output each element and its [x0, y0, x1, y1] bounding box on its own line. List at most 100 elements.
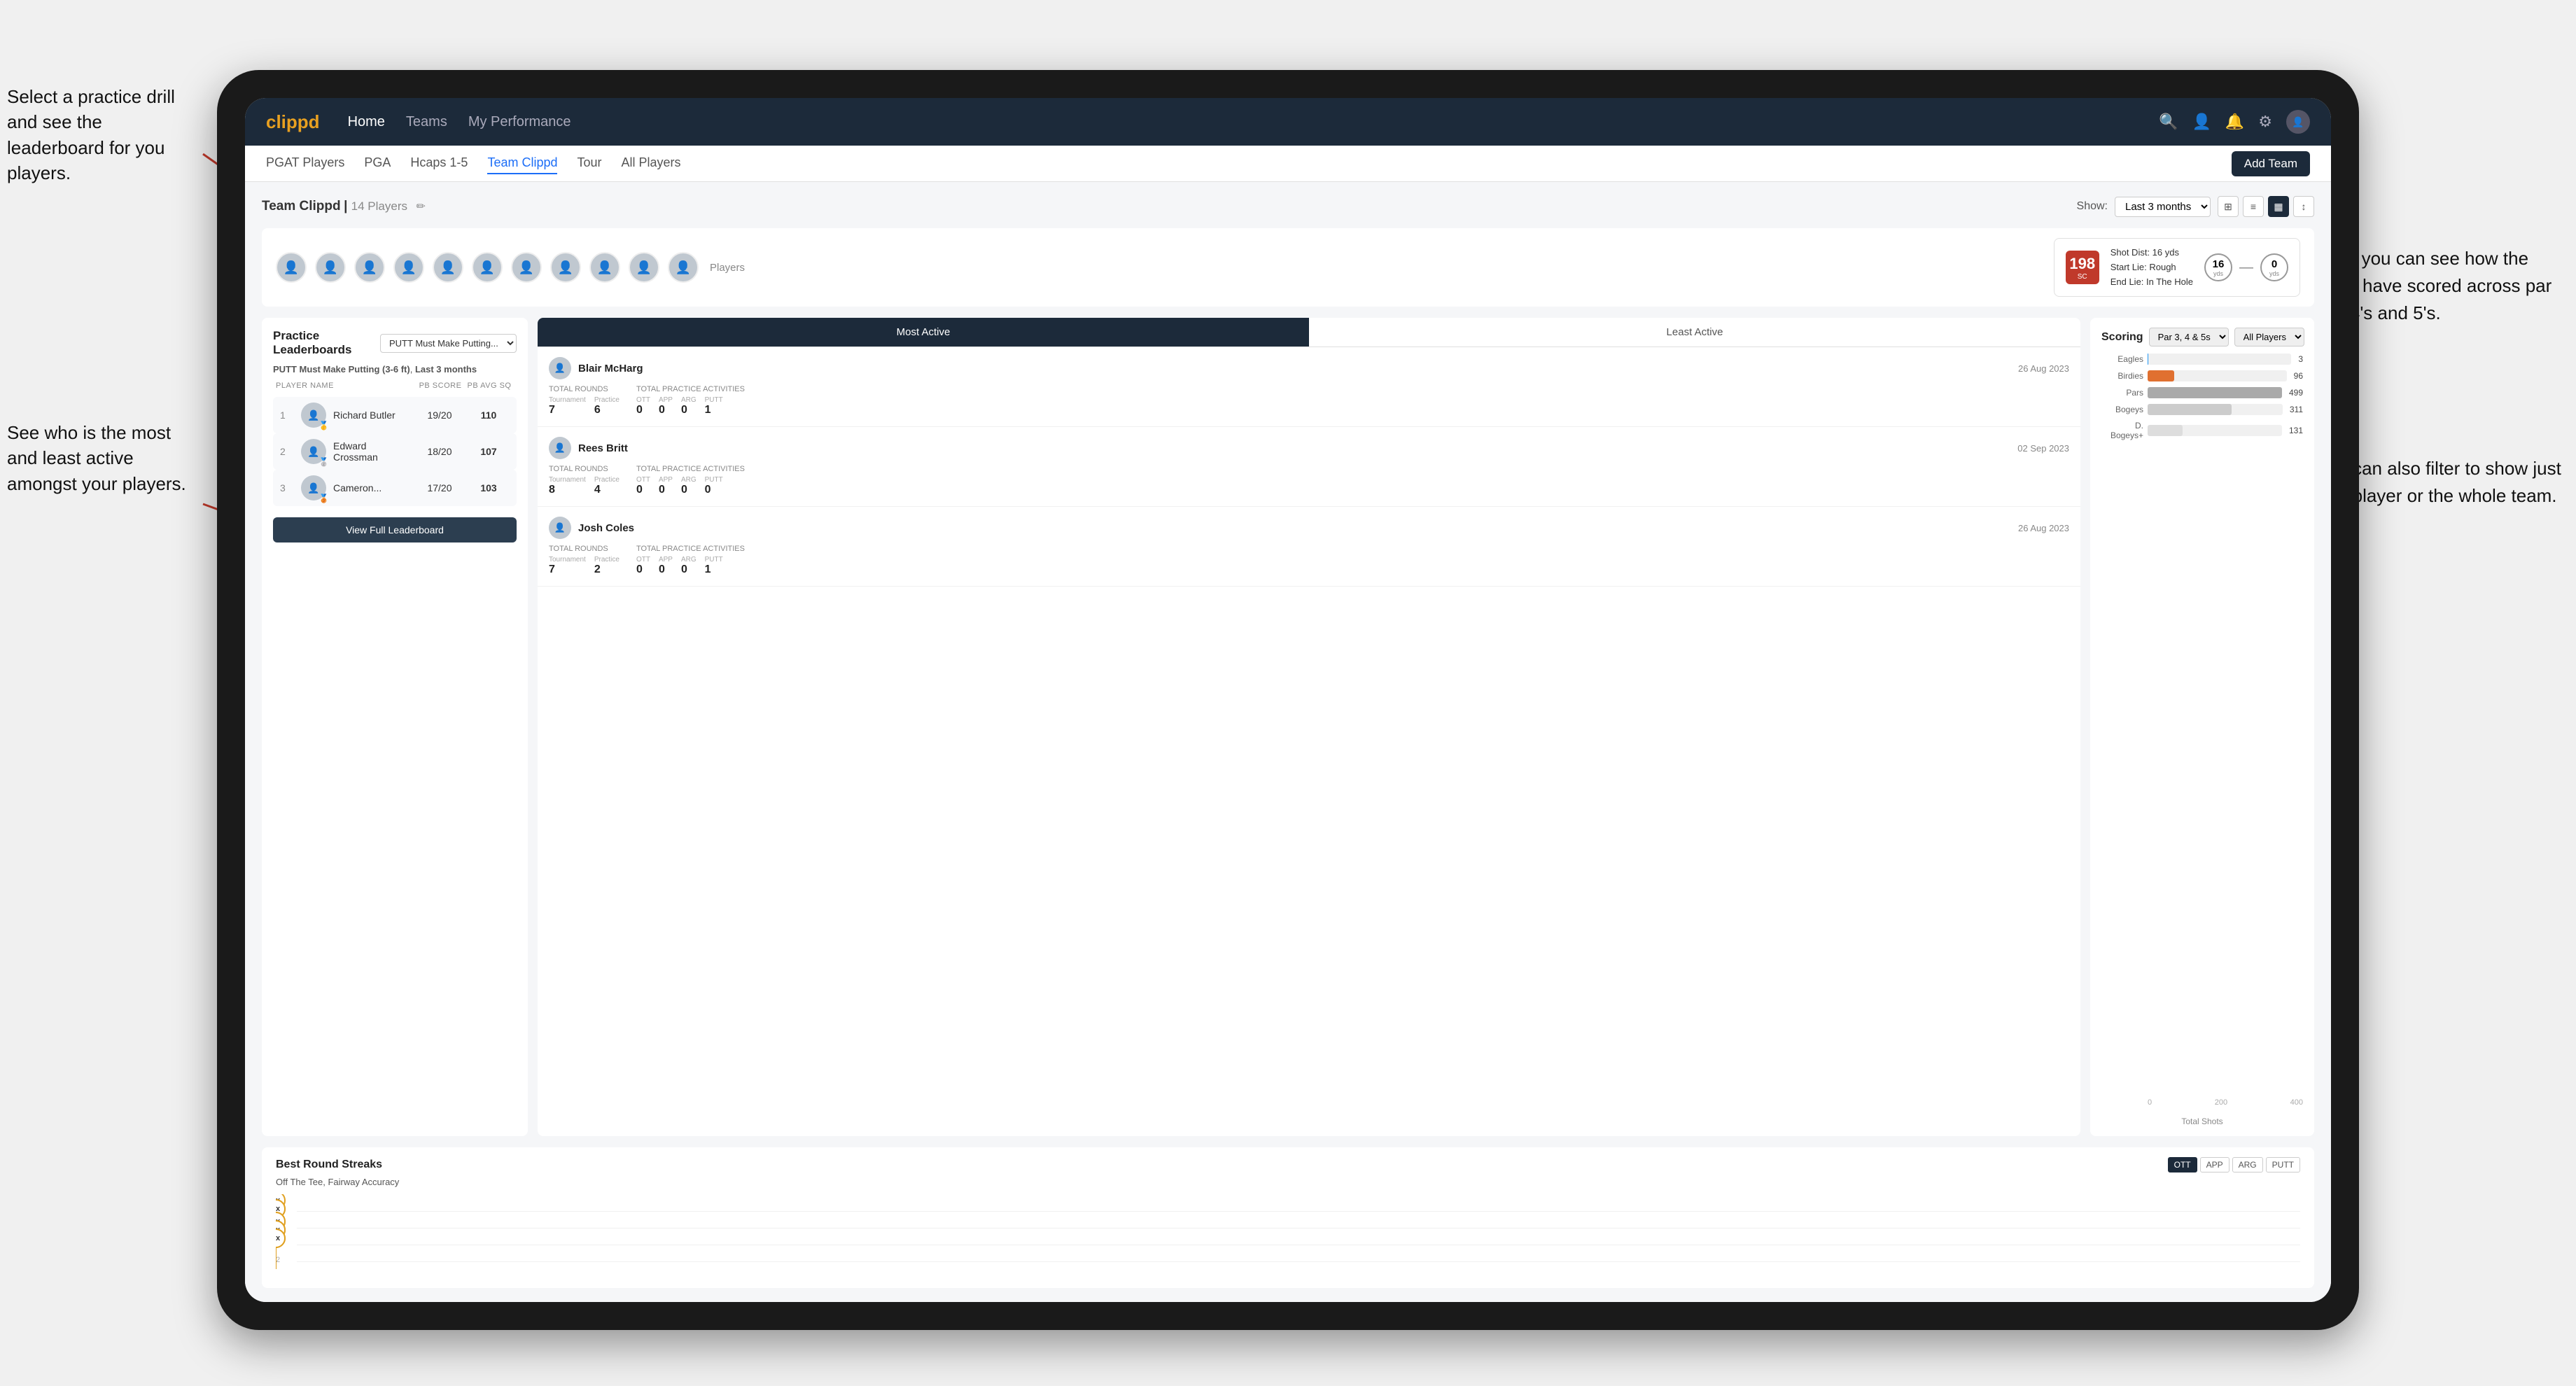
player-avatar-9[interactable]: 👤 — [589, 252, 620, 283]
player-avatar-8[interactable]: 👤 — [550, 252, 581, 283]
logo: clippd — [266, 111, 320, 133]
bar-value: 96 — [2294, 371, 2303, 381]
view-leaderboard-button[interactable]: View Full Leaderboard — [273, 517, 517, 542]
player-avatar-11[interactable]: 👤 — [668, 252, 699, 283]
nav-links: Home Teams My Performance — [348, 111, 2159, 133]
grid-view-btn[interactable]: ⊞ — [2218, 196, 2239, 217]
player-activity-card[interactable]: 👤 Josh Coles 26 Aug 2023 Total Rounds To… — [538, 507, 2080, 587]
player-avatar-3[interactable]: 👤 — [354, 252, 385, 283]
player-activity-card[interactable]: 👤 Rees Britt 02 Sep 2023 Total Rounds To… — [538, 427, 2080, 507]
pac-avatar: 👤 — [549, 437, 571, 459]
pac-stats: Total Rounds Tournament 7 Practice 6 Tot… — [549, 385, 2069, 416]
streak-filter-btn[interactable]: APP — [2200, 1157, 2230, 1172]
par-filter-select[interactable]: Par 3, 4 & 5s Par 3s Par 4s Par 5s — [2149, 328, 2229, 346]
main-content: Team Clippd | 14 Players ✏ Show: Last 3 … — [245, 182, 2331, 1302]
shot-circle-2: 0 yds — [2260, 253, 2288, 281]
streak-buttons: OTTAPPARGPUTT — [2168, 1157, 2300, 1172]
player-avatar-6[interactable]: 👤 — [472, 252, 503, 283]
leaderboard-row[interactable]: 3 👤 🥉 Cameron... 17/20 103 — [273, 470, 517, 506]
edit-icon[interactable]: ✏ — [416, 201, 425, 213]
bar-label: Eagles — [2101, 354, 2143, 364]
top-nav: clippd Home Teams My Performance 🔍 👤 🔔 ⚙… — [245, 98, 2331, 146]
sec-nav-team[interactable]: Team Clippd — [487, 153, 557, 174]
nav-icons: 🔍 👤 🔔 ⚙ 👤 — [2159, 110, 2310, 134]
streak-dot: 3x — [276, 1228, 286, 1269]
streaks-subtitle: Off The Tee, Fairway Accuracy — [276, 1177, 2300, 1187]
most-active-tab[interactable]: Most Active — [538, 318, 1309, 346]
sec-nav-links: PGAT Players PGA Hcaps 1-5 Team Clippd T… — [266, 153, 2232, 174]
shot-dash: — — [2239, 260, 2253, 276]
team-header-row: Team Clippd | 14 Players ✏ Show: Last 3 … — [262, 196, 2314, 217]
leaderboard-row[interactable]: 1 👤 🥇 Richard Butler 19/20 110 — [273, 397, 517, 433]
leaderboard-row[interactable]: 2 👤 🥈 Edward Crossman 18/20 107 — [273, 433, 517, 470]
streak-filter-btn[interactable]: PUTT — [2266, 1157, 2300, 1172]
bar-track — [2148, 370, 2287, 382]
streak-grid-line — [297, 1261, 2300, 1262]
settings-icon[interactable]: ⚙ — [2258, 113, 2272, 131]
bar-fill — [2148, 370, 2174, 382]
bell-icon[interactable]: 🔔 — [2225, 113, 2244, 131]
player-avatar-7[interactable]: 👤 — [511, 252, 542, 283]
player-avatar-10[interactable]: 👤 — [629, 252, 659, 283]
least-active-tab[interactable]: Least Active — [1309, 318, 2080, 346]
leaderboard-header: Practice Leaderboards PUTT Must Make Put… — [273, 329, 517, 357]
players-label: Players — [710, 262, 745, 274]
view-icons: ⊞ ≡ ▦ ↕ — [2218, 196, 2314, 217]
pac-stats: Total Rounds Tournament 8 Practice 4 Tot… — [549, 465, 2069, 496]
player-avatar-2[interactable]: 👤 — [315, 252, 346, 283]
pac-name: Blair McHarg — [578, 363, 2011, 374]
sec-nav-pgat[interactable]: PGAT Players — [266, 153, 344, 174]
sec-nav-all-players[interactable]: All Players — [622, 153, 681, 174]
shot-circle-1: 16 yds — [2204, 253, 2232, 281]
scoring-header: Scoring Par 3, 4 & 5s Par 3s Par 4s Par … — [2101, 328, 2303, 346]
drill-select[interactable]: PUTT Must Make Putting... — [380, 334, 517, 353]
shot-badge: 198 SC — [2066, 251, 2099, 284]
shot-info: Shot Dist: 16 yds Start Lie: Rough End L… — [2110, 246, 2193, 289]
bar-value: 311 — [2290, 405, 2303, 414]
add-team-button[interactable]: Add Team — [2232, 151, 2310, 176]
shot-circles: 16 yds — 0 yds — [2204, 253, 2288, 281]
sec-nav-hcaps[interactable]: Hcaps 1-5 — [410, 153, 468, 174]
player-avatar-4[interactable]: 👤 — [393, 252, 424, 283]
player-filter-select[interactable]: All Players — [2234, 328, 2304, 346]
lb-player-name: Cameron... — [333, 482, 412, 493]
lb-avg: 107 — [468, 446, 510, 457]
card-view-btn[interactable]: ▦ — [2268, 196, 2289, 217]
player-avatar-1[interactable]: 👤 — [276, 252, 307, 283]
search-icon[interactable]: 🔍 — [2159, 113, 2178, 131]
lb-avatar: 👤 🥉 — [301, 475, 326, 500]
bar-track — [2148, 387, 2282, 398]
pac-total-rounds: Total Rounds Tournament 7 Practice 6 — [549, 385, 620, 416]
annotation-bottom-left: See who is the most and least active amo… — [7, 420, 196, 496]
leaderboard-panel: Practice Leaderboards PUTT Must Make Put… — [262, 318, 528, 1136]
bar-fill — [2148, 404, 2232, 415]
bar-chart: Eagles 3 Birdies 96 Pars 499 Bogeys 311 … — [2101, 354, 2303, 1091]
streak-filter-btn[interactable]: ARG — [2232, 1157, 2263, 1172]
bar-value: 3 — [2298, 354, 2303, 364]
streak-filter-btn[interactable]: OTT — [2168, 1157, 2197, 1172]
tablet-frame: clippd Home Teams My Performance 🔍 👤 🔔 ⚙… — [217, 70, 2359, 1330]
pac-activities: Total Practice Activities OTT 0 APP 0 AR… — [636, 545, 745, 576]
nav-link-performance[interactable]: My Performance — [468, 111, 571, 133]
show-row: Show: Last 3 months Last 6 months Last y… — [2077, 196, 2314, 217]
pac-name: Rees Britt — [578, 442, 2010, 454]
nav-link-teams[interactable]: Teams — [406, 111, 447, 133]
leaderboard-title: Practice Leaderboards — [273, 329, 380, 357]
bar-value: 499 — [2289, 388, 2303, 398]
user-avatar[interactable]: 👤 — [2286, 110, 2310, 134]
lb-rows-container: 1 👤 🥇 Richard Butler 19/20 110 2 👤 🥈 Edw… — [273, 397, 517, 506]
annotation-top-left: Select a practice drill and see the lead… — [7, 84, 196, 186]
pac-date: 02 Sep 2023 — [2017, 443, 2069, 454]
show-select[interactable]: Last 3 months Last 6 months Last year — [2115, 197, 2211, 217]
bar-fill — [2148, 425, 2183, 436]
list-view-btn[interactable]: ≡ — [2243, 196, 2264, 217]
sec-nav-tour[interactable]: Tour — [577, 153, 601, 174]
player-activity-card[interactable]: 👤 Blair McHarg 26 Aug 2023 Total Rounds … — [538, 347, 2080, 427]
player-avatar-5[interactable]: 👤 — [433, 252, 463, 283]
bar-fill — [2148, 387, 2282, 398]
lb-player-name: Edward Crossman — [333, 440, 412, 463]
nav-link-home[interactable]: Home — [348, 111, 385, 133]
sort-btn[interactable]: ↕ — [2293, 196, 2314, 217]
user-icon[interactable]: 👤 — [2192, 113, 2211, 131]
sec-nav-pga[interactable]: PGA — [364, 153, 391, 174]
